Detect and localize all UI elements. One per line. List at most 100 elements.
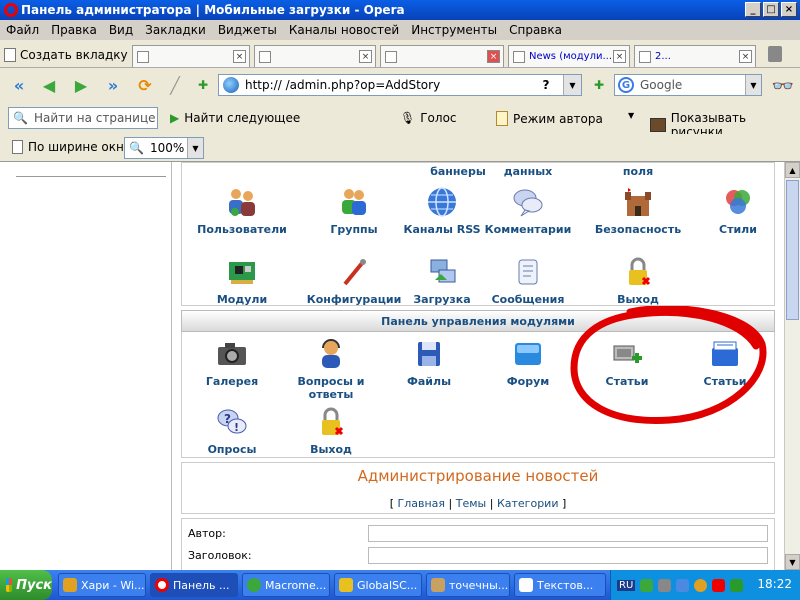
- scroll-down-icon[interactable]: ▼: [785, 554, 800, 570]
- new-tab-button[interactable]: Создать вкладку: [4, 44, 128, 66]
- back-icon[interactable]: ◀: [38, 75, 60, 95]
- groups-icon: [342, 189, 366, 215]
- scroll-up-icon[interactable]: ▲: [785, 162, 800, 178]
- add-search-icon[interactable]: ✚: [588, 75, 610, 95]
- tray-icon[interactable]: [712, 578, 726, 592]
- task-text[interactable]: Текстов...: [514, 573, 606, 597]
- minimize-button[interactable]: _: [745, 2, 761, 17]
- tab-close-icon[interactable]: ×: [739, 50, 752, 63]
- menu-bar: Файл Правка Вид Закладки Виджеты Каналы …: [0, 20, 800, 40]
- help-icon[interactable]: ?: [537, 76, 555, 94]
- rewind-icon[interactable]: «: [8, 75, 30, 95]
- admin-link-styles[interactable]: Стили: [688, 186, 784, 236]
- admin-link-upload[interactable]: Загрузка: [392, 256, 492, 306]
- castle-icon: [625, 188, 651, 216]
- module-link-polls[interactable]: ?! Опросы: [182, 406, 282, 456]
- tab-close-icon[interactable]: ×: [613, 50, 626, 63]
- glasses-icon[interactable]: 👓: [772, 76, 794, 97]
- menu-edit[interactable]: Правка: [45, 23, 103, 37]
- trash-icon[interactable]: [768, 46, 782, 62]
- admin-link-users[interactable]: Пользователи: [192, 186, 292, 236]
- side-panel: [8, 162, 172, 570]
- admin-link-label: Пользователи: [197, 223, 287, 236]
- tray-icon[interactable]: [658, 578, 672, 592]
- admin-link-config[interactable]: Конфигурации: [304, 256, 404, 306]
- close-button[interactable]: ×: [781, 2, 797, 17]
- admin-link-label: Группы: [330, 223, 378, 236]
- admin-link-label: Безопасность: [594, 223, 682, 236]
- task-globalscape[interactable]: GlobalSC...: [334, 573, 422, 597]
- search-engine-dropdown-icon[interactable]: ▼: [745, 75, 761, 95]
- module-link-gallery[interactable]: Галерея: [182, 338, 282, 388]
- author-mode-button[interactable]: Режим автора: [496, 111, 603, 126]
- module-link-files[interactable]: Файлы: [379, 338, 479, 388]
- find-input[interactable]: 🔍 Найти на странице: [8, 107, 158, 129]
- headline-input[interactable]: [368, 547, 768, 564]
- start-button[interactable]: Пуск: [0, 570, 52, 600]
- maximize-button[interactable]: □: [763, 2, 779, 17]
- task-macromedia[interactable]: Macrome...: [242, 573, 330, 597]
- tray-icon[interactable]: [694, 578, 708, 592]
- vertical-scrollbar[interactable]: ▲ ▼: [784, 162, 800, 570]
- admin-link-security[interactable]: Безопасность: [588, 186, 688, 236]
- menu-tools[interactable]: Инструменты: [405, 23, 503, 37]
- tab-1[interactable]: ×: [132, 45, 250, 67]
- menu-feeds[interactable]: Каналы новостей: [283, 23, 405, 37]
- menu-view[interactable]: Вид: [103, 23, 139, 37]
- module-link-label: Выход: [310, 443, 352, 456]
- edit-icon[interactable]: ╱: [164, 75, 186, 95]
- task-image[interactable]: точечны...: [426, 573, 510, 597]
- admin-link-label: Конфигурации: [306, 293, 402, 306]
- language-indicator[interactable]: RU: [617, 579, 636, 591]
- task-opera[interactable]: Панель ...: [150, 573, 238, 597]
- admin-link-groups[interactable]: Группы: [304, 186, 404, 236]
- menu-file[interactable]: Файл: [0, 23, 45, 37]
- admin-link-modules[interactable]: Модули: [192, 256, 292, 306]
- tab-2[interactable]: ×: [254, 45, 376, 67]
- link-home[interactable]: Главная: [398, 497, 446, 510]
- link-topics[interactable]: Темы: [456, 497, 486, 510]
- author-input[interactable]: [368, 525, 768, 542]
- address-bar[interactable]: http:// /admin.php?op=AddStory ? ▼: [218, 74, 582, 96]
- tab-4[interactable]: News (модули... ×: [508, 45, 630, 67]
- admin-link-logout[interactable]: Выход: [588, 256, 688, 306]
- tab-close-icon[interactable]: ×: [487, 50, 500, 63]
- address-dropdown-icon[interactable]: ▼: [563, 75, 581, 95]
- forward-icon[interactable]: ▶: [70, 75, 92, 95]
- tray-icon[interactable]: [640, 578, 654, 592]
- tab-close-icon[interactable]: ×: [233, 50, 246, 63]
- module-link-label: Галерея: [205, 375, 259, 388]
- bookmark-page-icon[interactable]: ✚: [192, 75, 214, 95]
- admin-link-fields[interactable]: поля: [588, 165, 688, 178]
- tab-5[interactable]: 2... ×: [634, 45, 756, 67]
- tray-icon[interactable]: [730, 578, 744, 592]
- menu-widgets[interactable]: Виджеты: [212, 23, 283, 37]
- tab-3[interactable]: ×: [380, 45, 504, 67]
- admin-link-rss[interactable]: Каналы RSS: [392, 186, 492, 236]
- tab-close-icon[interactable]: ×: [359, 50, 372, 63]
- admin-link-messages[interactable]: Сообщения: [478, 256, 578, 306]
- tray-icon[interactable]: [676, 578, 690, 592]
- find-next-button[interactable]: ▶ Найти следующее: [170, 111, 300, 125]
- module-link-faq[interactable]: Вопросы и ответы: [281, 338, 381, 401]
- admin-link-database[interactable]: данных: [478, 165, 578, 178]
- search-input[interactable]: G Google ▼: [614, 74, 762, 96]
- reload-icon[interactable]: ⟳: [134, 75, 156, 95]
- menu-help[interactable]: Справка: [503, 23, 568, 37]
- zoom-dropdown-icon[interactable]: ▼: [187, 138, 203, 158]
- zoom-select[interactable]: 🔍 100% ▼: [124, 137, 204, 159]
- module-link-logout[interactable]: Выход: [281, 406, 381, 456]
- author-mode-dropdown-icon[interactable]: ▼: [628, 111, 634, 120]
- menu-bookmarks[interactable]: Закладки: [139, 23, 212, 37]
- module-link-articles[interactable]: Статьи: [675, 338, 775, 388]
- scroll-thumb[interactable]: [786, 180, 799, 320]
- module-link-articles-add[interactable]: Статьи: [577, 338, 677, 388]
- link-categories[interactable]: Категории: [497, 497, 559, 510]
- task-winamp[interactable]: Хари - Wi...: [58, 573, 146, 597]
- voice-button[interactable]: 🎙 Голос: [400, 111, 457, 125]
- fit-width-button[interactable]: По ширине окна: [12, 140, 131, 154]
- fast-forward-icon[interactable]: »: [102, 75, 124, 95]
- module-link-forum[interactable]: Форум: [478, 338, 578, 388]
- admin-link-comments[interactable]: Комментарии: [478, 186, 578, 236]
- story-form: Автор: Заголовок:: [181, 518, 775, 570]
